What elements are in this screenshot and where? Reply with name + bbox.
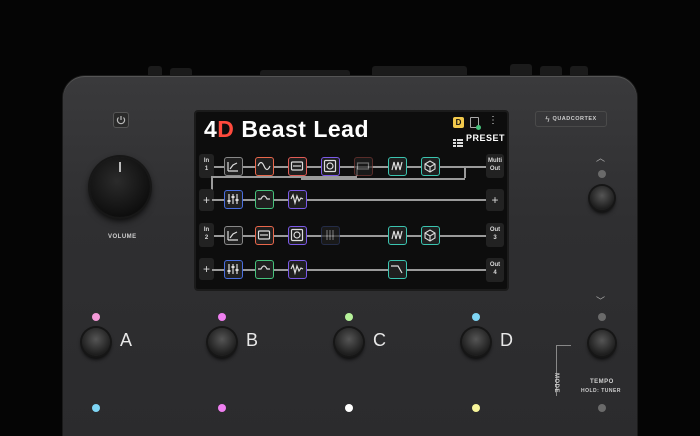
- fx-block-reverb[interactable]: [388, 157, 407, 176]
- led-d: [472, 313, 480, 321]
- footswitch-b[interactable]: [208, 328, 236, 356]
- fx-block-cab[interactable]: [321, 157, 340, 176]
- preset-title: 4D Beast Lead: [204, 116, 369, 143]
- fx-block-delay[interactable]: [288, 190, 307, 209]
- status-led: [598, 313, 606, 321]
- led-bottom: [92, 404, 100, 412]
- status-led: [598, 170, 606, 178]
- preset-number: 4: [204, 116, 218, 142]
- power-icon: [116, 116, 126, 125]
- output-4-button[interactable]: Out 4: [486, 258, 504, 282]
- led-bottom: [598, 404, 606, 412]
- kebab-icon[interactable]: ⋮: [488, 115, 498, 126]
- touchscreen[interactable]: 4D Beast Lead D ⋮ PRESET In 1 Multi Out …: [194, 110, 509, 291]
- add-output-button[interactable]: +: [486, 189, 504, 211]
- power-button[interactable]: [113, 112, 129, 128]
- output-label: Out: [489, 262, 501, 268]
- brand-logo: ϟ QUADCORTEX: [535, 111, 607, 127]
- led-bottom: [472, 404, 480, 412]
- fx-block-mod[interactable]: [255, 260, 274, 279]
- signal-wire: [212, 269, 486, 271]
- signal-wire: [212, 199, 486, 201]
- footswitch-c-label: C: [373, 330, 386, 350]
- footswitch-a-label: A: [120, 330, 133, 350]
- status-dot: [476, 125, 481, 130]
- tempo-label: TEMPO: [590, 379, 614, 385]
- fx-block-eq[interactable]: [224, 190, 243, 209]
- fx-block-eq[interactable]: [224, 260, 243, 279]
- chevron-up-icon[interactable]: ︿: [596, 151, 605, 164]
- input-number: 2: [204, 235, 209, 241]
- output-label: Multi: [488, 158, 502, 164]
- signal-wire: [464, 166, 466, 178]
- fx-block-ir[interactable]: [421, 226, 440, 245]
- fx-block-cab[interactable]: [288, 226, 307, 245]
- mode-label: MODE: [553, 373, 559, 393]
- grid-icon[interactable]: [453, 134, 463, 147]
- led-bottom: [345, 404, 353, 412]
- multi-out-button[interactable]: Multi Out: [486, 154, 504, 178]
- output-number: Out: [489, 166, 501, 172]
- gig-view-icon[interactable]: [470, 117, 481, 130]
- fx-block-ir[interactable]: [421, 157, 440, 176]
- bank-badge[interactable]: D: [453, 117, 464, 128]
- footswitch-b-label: B: [246, 330, 259, 350]
- fx-block-amp[interactable]: [288, 157, 307, 176]
- footswitch-a[interactable]: [82, 328, 110, 356]
- output-3-button[interactable]: Out 3: [486, 223, 504, 247]
- preset-button[interactable]: PRESET: [466, 133, 505, 143]
- footswitch-d[interactable]: [462, 328, 490, 356]
- footswitch-tempo[interactable]: [589, 330, 615, 356]
- preset-name: Beast Lead: [241, 116, 370, 142]
- fx-block-delay[interactable]: [288, 260, 307, 279]
- fx-block-drive[interactable]: [255, 157, 274, 176]
- fx-block-disabled[interactable]: [354, 157, 373, 176]
- output-label: Out: [489, 227, 501, 233]
- jack-input[interactable]: [590, 186, 614, 210]
- footswitch-c[interactable]: [335, 328, 363, 356]
- input-label: In: [203, 227, 210, 233]
- knob-indicator: [119, 162, 121, 172]
- input-number: 1: [204, 166, 209, 172]
- fx-block-filter[interactable]: [388, 260, 407, 279]
- led-c: [345, 313, 353, 321]
- volume-knob[interactable]: [90, 157, 150, 217]
- led-a: [92, 313, 100, 321]
- fx-block-mod[interactable]: [255, 190, 274, 209]
- fx-block-disabled[interactable]: [321, 226, 340, 245]
- input-2-button[interactable]: In 2: [199, 223, 214, 247]
- fx-block-comp[interactable]: [224, 226, 243, 245]
- input-label: In: [203, 158, 210, 164]
- output-number: 3: [493, 235, 497, 241]
- footswitch-d-label: D: [500, 330, 513, 350]
- tempo-hold-label: HOLD: TUNER: [581, 388, 621, 394]
- chevron-down-icon[interactable]: ﹀: [596, 294, 605, 307]
- fx-block-amp[interactable]: [255, 226, 274, 245]
- output-number: 4: [493, 270, 497, 276]
- fx-block-comp[interactable]: [224, 157, 243, 176]
- fx-block-reverb[interactable]: [388, 226, 407, 245]
- signal-wire: [301, 178, 465, 180]
- volume-label: VOLUME: [108, 234, 137, 240]
- led-bottom: [218, 404, 226, 412]
- input-1-button[interactable]: In 1: [199, 154, 214, 178]
- brand-name: QUADCORTEX: [552, 116, 597, 122]
- led-b: [218, 313, 226, 321]
- preset-letter: D: [217, 116, 235, 142]
- logo-icon: ϟ: [545, 114, 550, 124]
